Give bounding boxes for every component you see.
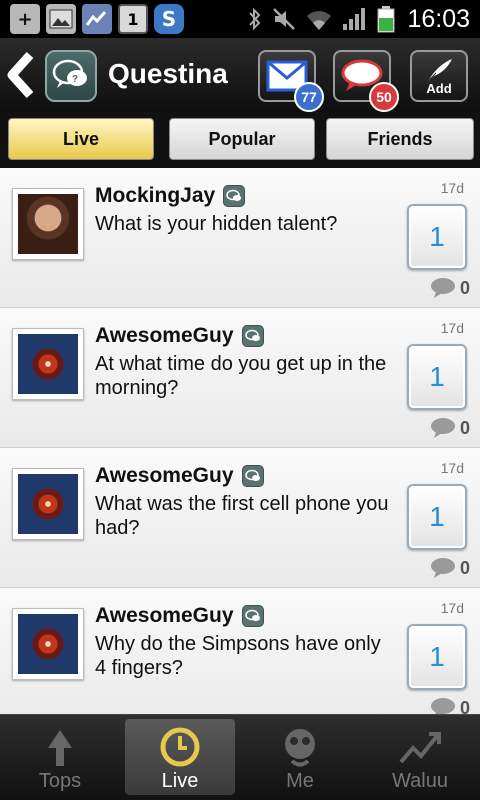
tab-popular[interactable]: Popular [169, 118, 315, 160]
nav-tops-label: Tops [38, 770, 82, 792]
messages-count-badge: 77 [294, 82, 324, 112]
trend-chart-icon [399, 732, 441, 764]
list-item[interactable]: AwesomeGuy Why do the Simpsons have only… [0, 588, 480, 714]
question-type-icon [241, 605, 264, 627]
list-item[interactable]: MockingJay What is your hidden talent? 1… [0, 168, 480, 308]
author-name[interactable]: AwesomeGuy [95, 604, 234, 628]
author-name[interactable]: AwesomeGuy [95, 324, 234, 348]
app-logo: ? [45, 50, 97, 102]
avatar[interactable] [12, 468, 84, 540]
bottom-navigation: Tops Live Me Waluu [0, 714, 480, 800]
author-name[interactable]: AwesomeGuy [95, 464, 234, 488]
author-row: AwesomeGuy [95, 464, 264, 488]
wifi-icon [307, 11, 332, 30]
comments-count[interactable]: 0 [430, 417, 470, 439]
chart-icon [82, 4, 112, 34]
nav-me[interactable]: Me [245, 719, 355, 795]
list-item[interactable]: AwesomeGuy At what time do you get up in… [0, 308, 480, 448]
clock-icon [160, 727, 200, 767]
timestamp: 17d [440, 320, 464, 336]
notification-icons: + 1 S [10, 4, 184, 34]
author-row: AwesomeGuy [95, 324, 264, 348]
nav-live-label: Live [161, 770, 199, 792]
ironman-avatar [18, 474, 78, 534]
question-text[interactable]: Why do the Simpsons have only 4 fingers? [95, 632, 395, 680]
comment-icon [430, 558, 455, 578]
nav-me-label: Me [286, 770, 314, 792]
timestamp: 17d [440, 600, 464, 616]
battery-icon [377, 6, 395, 33]
tab-live[interactable]: Live [8, 118, 154, 160]
nav-tops[interactable]: Tops [5, 719, 115, 795]
tab-bar: Live Popular Friends [0, 112, 480, 168]
nav-live[interactable]: Live [125, 719, 235, 795]
image-icon [46, 4, 76, 34]
add-icon: + [10, 4, 40, 34]
quill-icon [427, 58, 452, 81]
comment-icon [430, 418, 455, 438]
bluetooth-icon [249, 7, 261, 31]
add-question-button[interactable]: Add [410, 50, 468, 102]
system-icons: 16:03 [247, 4, 470, 34]
messages-button[interactable]: 77 [258, 50, 324, 112]
question-feed[interactable]: MockingJay What is your hidden talent? 1… [0, 168, 480, 714]
avatar[interactable] [12, 328, 84, 400]
speech-bubbles-icon: ? [52, 59, 87, 88]
signal-icon [343, 8, 366, 30]
author-row: MockingJay [95, 184, 246, 208]
app-title: Questina [108, 58, 228, 89]
status-bar: + 1 S 16:03 [0, 0, 480, 38]
question-type-icon [241, 465, 264, 487]
app-bar: ? Questina 77 50 Add [0, 38, 480, 112]
skype-icon: S [154, 4, 184, 34]
svg-text:?: ? [72, 74, 78, 85]
ironman-avatar [18, 614, 78, 674]
author-row: AwesomeGuy [95, 604, 264, 628]
comments-number: 0 [459, 557, 470, 578]
comment-icon [430, 278, 455, 298]
comments-number: 0 [459, 277, 470, 298]
comments-count[interactable]: 0 [430, 697, 470, 714]
back-button[interactable] [4, 51, 38, 99]
mockingjay-avatar [18, 194, 78, 254]
question-type-icon [223, 185, 246, 207]
tab-friends[interactable]: Friends [326, 118, 474, 160]
list-item[interactable]: AwesomeGuy What was the first cell phone… [0, 448, 480, 588]
profile-face-icon [285, 729, 315, 767]
answers-button[interactable]: 50 [333, 50, 399, 112]
back-arrow-icon [7, 51, 34, 99]
comment-icon [430, 698, 455, 714]
timestamp: 17d [440, 180, 464, 196]
question-text[interactable]: What is your hidden talent? [95, 212, 395, 236]
ironman-avatar [18, 334, 78, 394]
vote-button[interactable]: 1 [407, 204, 467, 270]
vote-button[interactable]: 1 [407, 484, 467, 550]
timestamp: 17d [440, 460, 464, 476]
question-text[interactable]: At what time do you get up in the mornin… [95, 352, 395, 400]
clock: 16:03 [407, 4, 470, 33]
nav-waluu[interactable]: Waluu [365, 719, 475, 795]
question-type-icon [241, 325, 264, 347]
mute-icon [273, 8, 296, 30]
avatar[interactable] [12, 608, 84, 680]
calendar-icon: 1 [118, 4, 148, 34]
question-text[interactable]: What was the first cell phone you had? [95, 492, 395, 540]
vote-button[interactable]: 1 [407, 344, 467, 410]
author-name[interactable]: MockingJay [95, 184, 215, 208]
answers-count-badge: 50 [369, 82, 399, 112]
comments-count[interactable]: 0 [430, 557, 470, 579]
comments-number: 0 [459, 697, 470, 715]
nav-waluu-label: Waluu [392, 770, 448, 792]
comments-count[interactable]: 0 [430, 277, 470, 299]
arrow-up-icon [48, 730, 72, 766]
avatar[interactable] [12, 188, 84, 260]
add-label: Add [426, 80, 452, 96]
comments-number: 0 [459, 417, 470, 438]
vote-button[interactable]: 1 [407, 624, 467, 690]
